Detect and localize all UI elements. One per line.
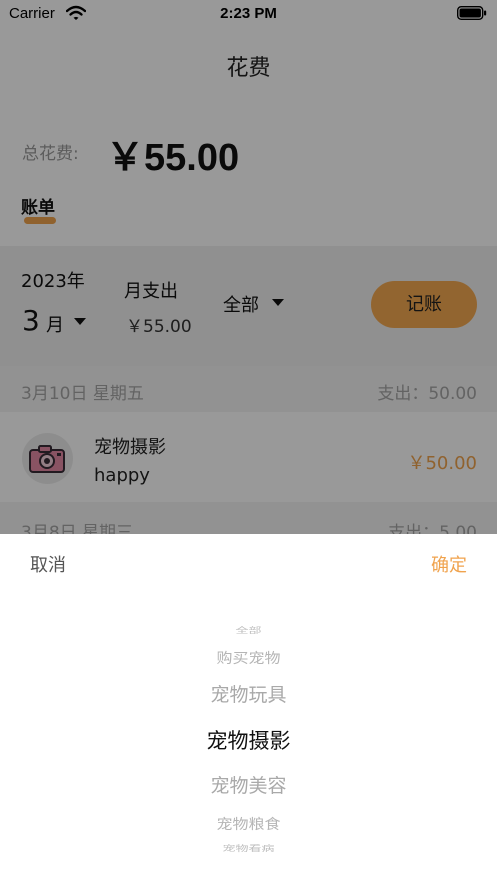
modal-backdrop[interactable]	[0, 0, 497, 534]
picker-option-selected[interactable]: 宠物摄影	[0, 725, 497, 755]
picker-option[interactable]: 全部	[0, 624, 497, 635]
picker-option[interactable]: 购买宠物	[0, 646, 497, 667]
picker-option[interactable]: 宠物看病	[0, 842, 497, 853]
cancel-button[interactable]: 取消	[30, 551, 66, 577]
picker-option[interactable]: 宠物玩具	[0, 680, 497, 707]
expense-screen: Carrier 2:23 PM 花费 总花费: ￥55.00 账单 2023年 …	[0, 0, 497, 883]
picker-option[interactable]: 宠物粮食	[0, 812, 497, 833]
confirm-button[interactable]: 确定	[431, 551, 467, 577]
picker-option[interactable]: 宠物美容	[0, 771, 497, 798]
